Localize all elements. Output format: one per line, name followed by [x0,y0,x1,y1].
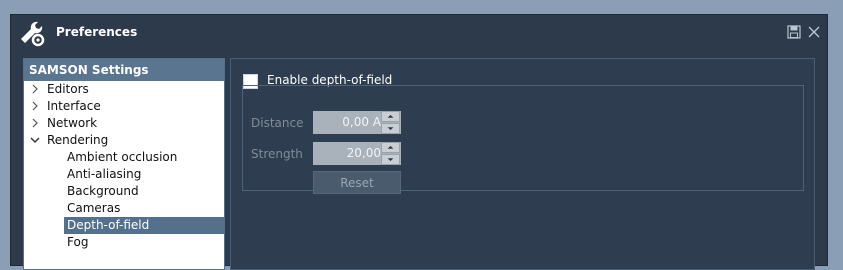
wrench-gear-icon [21,21,45,47]
tree-item-rendering[interactable]: Rendering [24,132,224,149]
tree-item-label: Anti-aliasing [67,167,142,181]
tree-item-interface[interactable]: Interface [24,98,224,115]
tree-item-cameras[interactable]: Cameras [24,200,224,217]
tree-item-label: Fog [67,235,89,249]
tree-item-label: Depth-of-field [64,217,224,234]
title-bar[interactable]: Preferences [11,15,827,49]
chevron-down-icon[interactable] [30,135,40,145]
tree-item-label: Interface [47,99,101,113]
tree-item-editors[interactable]: Editors [24,81,224,98]
tree-item-label: Ambient occlusion [67,150,178,164]
tree-item-fog[interactable]: Fog [24,234,224,251]
spin-up-icon[interactable] [381,111,400,122]
chevron-right-icon[interactable] [30,84,40,94]
spin-down-icon[interactable] [381,154,400,165]
chevron-right-icon[interactable] [30,118,40,128]
tree-item-network[interactable]: Network [24,115,224,132]
distance-spin-buttons [381,111,400,134]
depth-of-field-panel: Enable depth-of-field Distance 0,00 A St… [230,58,815,270]
tree-item-depth-of-field[interactable]: Depth-of-field [24,217,224,234]
floppy-disk-icon[interactable] [787,25,801,39]
tree-item-label: Cameras [67,201,121,215]
tree-item-label: Rendering [47,133,109,147]
close-icon[interactable] [807,25,821,39]
chevron-right-icon[interactable] [30,101,40,111]
tree-item-anti-aliasing[interactable]: Anti-aliasing [24,166,224,183]
spin-down-icon[interactable] [381,123,400,134]
spin-up-icon[interactable] [381,142,400,153]
settings-tree: Editors Interface Network Rendering Ambi… [24,81,224,251]
strength-spin-buttons [381,142,400,165]
tree-item-label: Editors [47,82,89,96]
preferences-window: Preferences SAMSON Settings Editors Inte… [10,14,828,270]
reset-button[interactable]: Reset [313,171,401,194]
tree-item-background[interactable]: Background [24,183,224,200]
window-title: Preferences [56,25,138,39]
sidebar-header: SAMSON Settings [24,59,224,81]
tree-item-label: Network [47,116,98,130]
tree-item-ambient-occlusion[interactable]: Ambient occlusion [24,149,224,166]
distance-label: Distance [251,116,304,130]
settings-sidebar: SAMSON Settings Editors Interface Networ… [23,58,225,270]
strength-label: Strength [251,147,303,161]
tree-item-label: Background [67,184,139,198]
